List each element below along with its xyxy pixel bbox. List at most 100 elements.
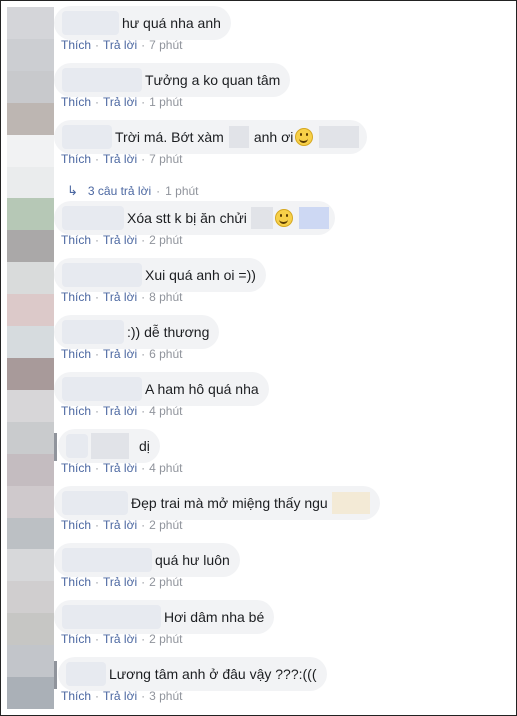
reply-link[interactable]: Trả lời [103,233,137,247]
reply-link[interactable]: Trả lời [103,95,137,109]
commenter-name-blurred[interactable] [62,206,124,230]
comment-item: Lương tâm anh ở đâu vậy ???:((( Thích · Tr… [1,652,516,709]
comment-time: 4 phút [149,461,183,475]
comment-time: 4 phút [149,404,183,418]
reply-link[interactable]: Trả lời [103,632,137,646]
commenter-name-blurred[interactable] [62,320,124,344]
comment-bubble: Lương tâm anh ở đâu vậy ???:((( [58,657,327,691]
reply-link[interactable]: Trả lời [103,575,137,589]
like-link[interactable]: Thích [61,38,91,52]
comment-text: :)) dễ thương [127,324,210,340]
reply-link[interactable]: Trả lời [103,461,137,475]
comment-item: Xóa stt k bị ăn chửi Thích · Trả lời · 2 phú… [1,196,516,253]
like-link[interactable]: Thích [61,632,91,646]
separator-dot: · [95,152,100,166]
commenter-name-blurred[interactable] [62,263,142,287]
commenter-name-blurred[interactable] [62,125,112,149]
separator-dot: · [141,38,146,52]
like-link[interactable]: Thích [61,518,91,532]
like-link[interactable]: Thích [61,95,91,109]
commenter-name-blurred[interactable] [62,68,142,92]
separator-dot: · [95,38,100,52]
commenter-name-blurred[interactable] [66,434,88,458]
tagged-name-blurred[interactable] [91,433,129,459]
like-link[interactable]: Thích [61,461,91,475]
commenter-name-blurred[interactable] [62,605,161,629]
reply-link[interactable]: Trả lời [103,152,137,166]
like-link[interactable]: Thích [61,575,91,589]
like-link[interactable]: Thích [61,152,91,166]
separator-dot: · [95,689,100,703]
comment-thread: hư quá nha anh Thích · Trả lời · 7 phút Tưởn… [0,0,517,716]
commenter-name-blurred[interactable] [62,548,152,572]
comment-text: Lương tâm anh ở đâu vậy ???:((( [109,666,317,682]
commenter-name-blurred[interactable] [62,491,128,515]
comment-text-main: Xóa stt k bị ăn chửi [127,210,247,226]
comment-text: A ham hô quá nha [145,381,259,397]
comment-bubble: A ham hô quá nha [54,372,269,406]
comment-actions: Thích · Trả lời · 1 phút [61,95,182,109]
comment-text: Hơi dâm nha bé [164,609,265,625]
commenter-name-blurred[interactable] [66,662,106,686]
separator-dot: · [95,632,100,646]
smile-emoji-icon [274,209,293,227]
separator-dot: · [141,95,146,109]
comment-actions: Thích · Trả lời · 4 phút [61,461,182,475]
comment-item: hư quá nha anh Thích · Trả lời · 7 phút [1,1,516,58]
comment-item: Hơi dâm nha bé Thích · Trả lời · 2 phút [1,595,516,652]
comment-actions: Thích · Trả lời · 2 phút [61,518,182,532]
comment-text: Tưởng a ko quan tâm [145,72,281,88]
tagged-name-blurred[interactable] [319,126,360,148]
like-link[interactable]: Thích [61,233,91,247]
separator-dot: · [95,518,100,532]
like-link[interactable]: Thích [61,347,91,361]
like-link[interactable]: Thích [61,290,91,304]
comment-time: 8 phút [149,290,183,304]
reply-link[interactable]: Trả lời [103,518,137,532]
separator-dot: · [141,404,146,418]
smile-emoji-icon [295,128,314,146]
separator-dot: · [141,689,146,703]
comment-text: hư quá nha anh [122,15,221,31]
like-link[interactable]: Thích [61,404,91,418]
comment-time: 2 phút [149,518,183,532]
comment-actions: Thích · Trả lời · 2 phút [61,575,182,589]
comment-time: 7 phút [149,152,183,166]
comment-bubble: Hơi dâm nha bé [54,600,275,634]
comment-time: 3 phút [149,689,183,703]
comment-bubble: Tưởng a ko quan tâm [54,63,291,97]
censored-word [250,207,273,229]
separator-dot: · [141,632,146,646]
comment-time: 2 phút [149,632,183,646]
comment-item: Xui quá anh oi =)) Thích · Trả lời · 8 phút [1,253,516,310]
reply-link[interactable]: Trả lời [103,38,137,52]
comment-text-part-2: anh ơi [253,129,294,145]
comment-bubble: dị [58,429,160,463]
comment-bubble: Đẹp trai mà mở miệng thấy ngu [54,486,380,520]
reply-link[interactable]: Trả lời [103,290,137,304]
comment-text: Xóa stt k bị ăn chửi [127,207,329,229]
comment-item: Trời má. Bớt xàm anh ơi Thích · Trả lời · 7 … [1,115,516,172]
comment-actions: Thích · Trả lời · 7 phút [61,38,182,52]
comment-actions: Thích · Trả lời · 4 phút [61,404,182,418]
separator-dot: · [95,290,100,304]
comment-time: 1 phút [149,95,183,109]
comment-bubble: :)) dễ thương [54,315,220,349]
reply-link[interactable]: Trả lời [103,689,137,703]
commenter-name-blurred[interactable] [62,377,142,401]
separator-dot: · [141,518,146,532]
separator-dot: · [95,461,100,475]
reply-link[interactable]: Trả lời [103,347,137,361]
commenter-name-blurred[interactable] [62,11,119,35]
comment-text: dị [139,438,150,454]
reply-link[interactable]: Trả lời [103,404,137,418]
comment-actions: Thích · Trả lời · 2 phút [61,632,182,646]
comment-time: 2 phút [149,575,183,589]
like-link[interactable]: Thích [61,689,91,703]
comment-time: 6 phút [149,347,183,361]
sticker-blurred [298,207,329,229]
separator-dot: · [95,233,100,247]
comment-text: Xui quá anh oi =)) [145,267,256,283]
separator-dot: · [95,404,100,418]
comment-actions: Thích · Trả lời · 7 phút [61,152,182,166]
